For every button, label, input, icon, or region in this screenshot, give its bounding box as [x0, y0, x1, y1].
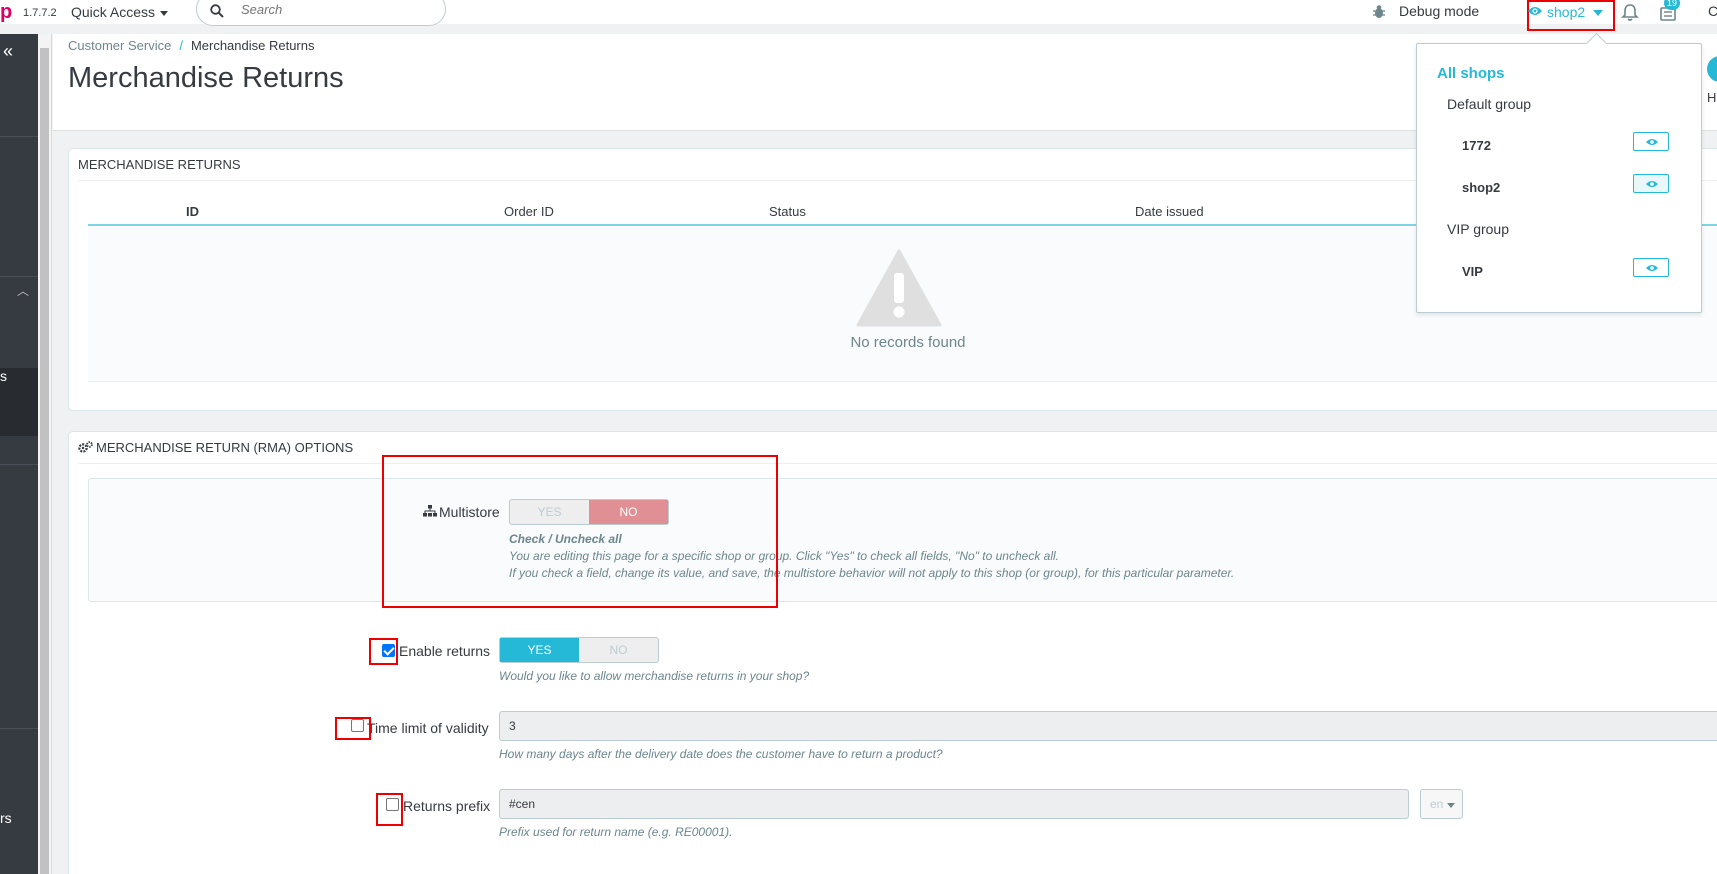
- sidebar-item-fragment[interactable]: rs: [0, 810, 12, 826]
- panel-heading: MERCHANDISE RETURN (RMA) OPTIONS: [78, 432, 1717, 464]
- column-header-status[interactable]: Status: [769, 204, 806, 219]
- breadcrumb-current: Merchandise Returns: [190, 38, 315, 53]
- time-limit-label: Time limit of validity: [367, 720, 489, 736]
- caret-down-icon: [1447, 803, 1455, 808]
- enable-returns-label: Enable returns: [399, 643, 491, 659]
- warning-icon: [856, 249, 942, 327]
- help-label[interactable]: H: [1707, 90, 1716, 105]
- eye-icon: [1646, 181, 1658, 187]
- orders-count-badge: 19: [1664, 0, 1681, 10]
- multistore-help-title[interactable]: Check / Uncheck all: [509, 531, 1234, 548]
- shop-option-shop2[interactable]: shop2: [1462, 180, 1500, 195]
- version-label: 1.7.7.2: [23, 7, 57, 19]
- sitemap-icon: [423, 505, 437, 517]
- notifications-bell-icon[interactable]: [1621, 3, 1639, 22]
- search-box[interactable]: [196, 0, 446, 26]
- multistore-help-line: If you check a field, change its value, …: [509, 566, 1235, 580]
- column-header-date-issued[interactable]: Date issued: [1135, 204, 1204, 219]
- breadcrumb: Customer Service / Merchandise Returns: [68, 38, 315, 53]
- shop-group-default[interactable]: Default group: [1447, 96, 1531, 112]
- search-input[interactable]: [241, 2, 431, 17]
- sidebar-scrollbar[interactable]: [38, 34, 52, 874]
- enable-returns-yes-option[interactable]: YES: [500, 638, 579, 662]
- bug-icon: [1373, 5, 1385, 18]
- sidebar-divider: [0, 136, 38, 137]
- shop-selector[interactable]: shop2: [1527, 0, 1615, 31]
- column-header-order-id[interactable]: Order ID: [504, 204, 554, 219]
- multistore-no-option[interactable]: NO: [589, 500, 668, 524]
- collapse-sidebar-icon[interactable]: «: [3, 42, 13, 60]
- returns-prefix-help: Prefix used for return name (e.g. RE0000…: [499, 825, 733, 839]
- prestashop-logo[interactable]: p: [0, 2, 12, 22]
- language-select-button[interactable]: en: [1420, 789, 1463, 819]
- returns-prefix-label: Returns prefix: [403, 798, 491, 814]
- top-header-bar: p 1.7.7.2 Quick Access Debug mode shop2: [0, 0, 1717, 31]
- sidebar-divider: [0, 276, 38, 277]
- quick-access-dropdown[interactable]: Quick Access: [71, 4, 169, 20]
- quick-access-label: Quick Access: [71, 4, 156, 20]
- header-edge-text: C: [1708, 3, 1717, 19]
- gears-icon: [78, 441, 93, 453]
- debug-mode-label: Debug mode: [1399, 3, 1480, 19]
- rma-options-panel: MERCHANDISE RETURN (RMA) OPTIONS Multist…: [68, 431, 1717, 874]
- breadcrumb-separator: /: [179, 38, 183, 53]
- sidebar: « ︿ s rs: [0, 34, 38, 874]
- time-limit-help: How many days after the delivery date do…: [499, 747, 943, 761]
- sidebar-divider: [0, 464, 38, 465]
- multistore-box: Multistore YES NO Check / Uncheck all Yo…: [88, 478, 1717, 602]
- enable-returns-help: Would you like to allow merchandise retu…: [499, 669, 810, 683]
- caret-down-icon: [1593, 10, 1603, 16]
- shop-option-vip[interactable]: VIP: [1462, 264, 1483, 279]
- view-shop-eye-button[interactable]: [1633, 174, 1669, 193]
- multistore-yes-option[interactable]: YES: [510, 500, 589, 524]
- returns-prefix-input[interactable]: #cen: [499, 789, 1409, 819]
- panel-heading-label: MERCHANDISE RETURN (RMA) OPTIONS: [96, 440, 354, 455]
- shop-group-vip[interactable]: VIP group: [1447, 221, 1509, 237]
- scrollbar-thumb[interactable]: [40, 48, 49, 874]
- debug-mode-link[interactable]: Debug mode: [1373, 3, 1480, 19]
- view-shop-eye-button[interactable]: [1633, 132, 1669, 151]
- multistore-help: Check / Uncheck all You are editing this…: [509, 531, 1234, 582]
- sidebar-divider: [0, 728, 38, 729]
- multistore-help-line: You are editing this page for a specific…: [509, 549, 1059, 563]
- shop-dropdown-menu: All shops Default group 1772 shop2 VIP g…: [1416, 43, 1702, 313]
- enable-returns-no-option[interactable]: NO: [579, 638, 658, 662]
- column-header-id[interactable]: ID: [186, 204, 199, 219]
- language-code: en: [1430, 797, 1444, 811]
- view-shop-eye-button[interactable]: [1633, 258, 1669, 277]
- eye-icon: [1646, 265, 1658, 271]
- multistore-label: Multistore: [439, 504, 500, 520]
- eye-icon: [1528, 7, 1542, 15]
- eye-icon: [1646, 139, 1658, 145]
- shop-option-1772[interactable]: 1772: [1462, 138, 1491, 153]
- all-shops-option[interactable]: All shops: [1437, 65, 1505, 82]
- current-shop-name: shop2: [1547, 4, 1586, 20]
- time-limit-input[interactable]: 3: [499, 711, 1717, 741]
- sidebar-item-fragment[interactable]: s: [0, 368, 7, 384]
- returns-prefix-checkbox[interactable]: [386, 798, 399, 811]
- page-title: Merchandise Returns: [68, 62, 344, 94]
- caret-down-icon: [160, 10, 169, 16]
- search-icon[interactable]: [210, 4, 224, 18]
- enable-returns-checkbox[interactable]: [382, 644, 395, 657]
- no-records-text: No records found: [850, 334, 966, 351]
- chevron-up-icon[interactable]: ︿: [17, 282, 29, 299]
- time-limit-checkbox[interactable]: [351, 719, 364, 732]
- enable-returns-toggle[interactable]: YES NO: [499, 637, 659, 663]
- help-icon[interactable]: [1707, 56, 1717, 82]
- multistore-toggle[interactable]: YES NO: [509, 499, 669, 525]
- breadcrumb-parent[interactable]: Customer Service: [68, 38, 171, 53]
